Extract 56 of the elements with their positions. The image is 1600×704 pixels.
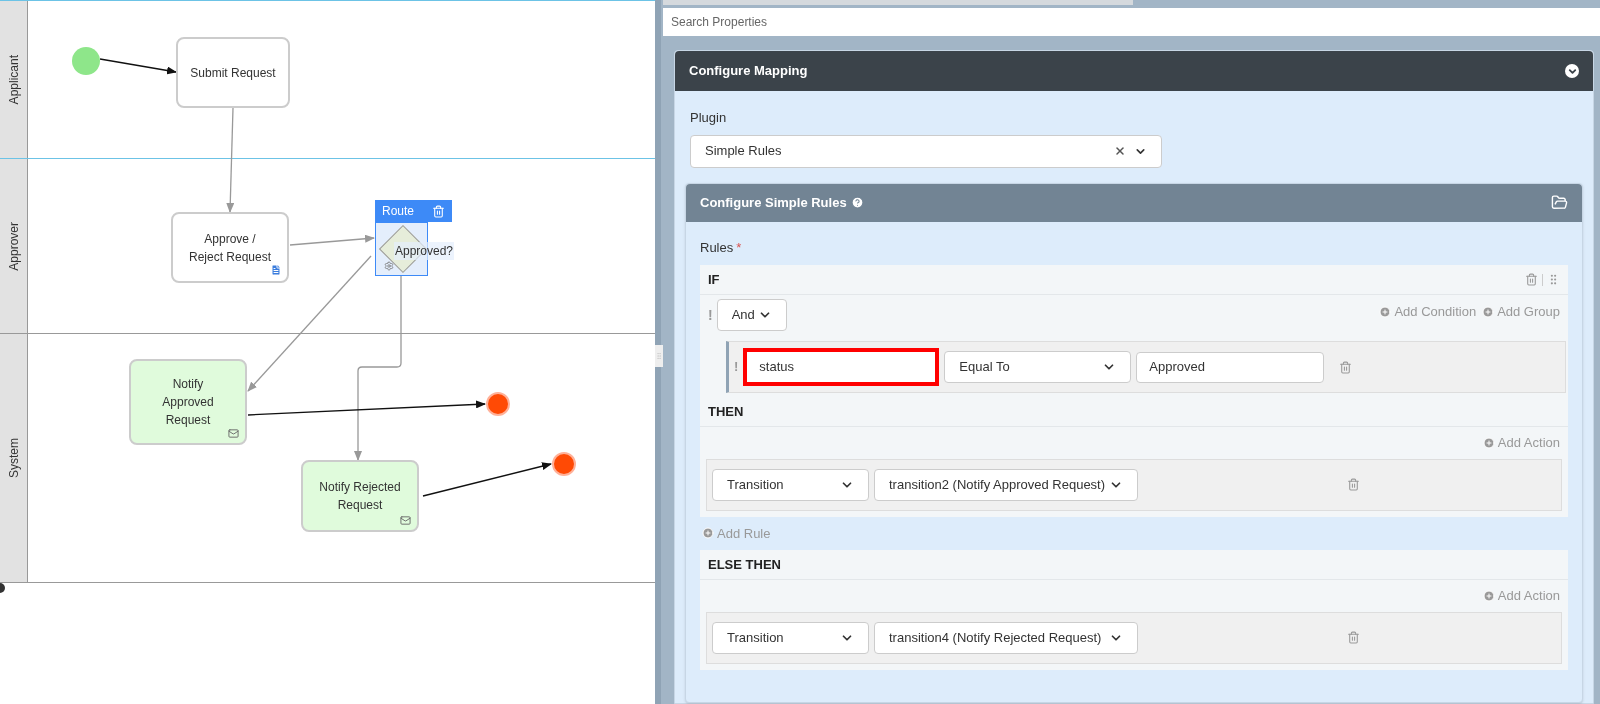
plus-icon bbox=[1482, 305, 1495, 318]
document-icon bbox=[270, 264, 282, 276]
task-label: Notify Approved Request bbox=[162, 376, 214, 429]
envelope-icon bbox=[400, 515, 411, 526]
action-type-dropdown[interactable]: Transition bbox=[712, 621, 869, 654]
panel-title: Configure Mapping bbox=[689, 62, 808, 81]
delete-icon[interactable] bbox=[1339, 360, 1353, 374]
envelope-icon bbox=[228, 428, 239, 439]
end-event[interactable] bbox=[552, 452, 576, 476]
operator-dropdown[interactable]: And bbox=[716, 299, 787, 331]
flow-arrow[interactable] bbox=[422, 462, 552, 497]
flow-arrow[interactable] bbox=[247, 400, 486, 416]
task-node[interactable]: Submit Request bbox=[176, 37, 290, 108]
clear-icon[interactable] bbox=[1114, 145, 1126, 157]
field-input[interactable]: status bbox=[743, 348, 940, 386]
task-node[interactable]: Notify Rejected Request bbox=[301, 460, 419, 532]
delete-icon[interactable] bbox=[1347, 631, 1360, 644]
toolbar-label: Route bbox=[382, 203, 415, 220]
value-input[interactable]: Approved bbox=[1136, 351, 1325, 383]
plus-icon bbox=[1482, 589, 1495, 602]
lane-label: System bbox=[5, 438, 22, 478]
action-target-dropdown[interactable]: transition4 (Notify Rejected Request) bbox=[874, 621, 1138, 654]
delete-icon[interactable] bbox=[432, 204, 445, 218]
plus-icon bbox=[1379, 305, 1392, 318]
folder-icon[interactable] bbox=[1551, 194, 1568, 211]
action-type-dropdown[interactable]: Transition bbox=[712, 468, 869, 501]
search-field[interactable]: Search Properties bbox=[663, 8, 1600, 36]
section-title: ELSE THEN bbox=[708, 555, 781, 574]
action-target-dropdown[interactable]: transition2 (Notify Approved Request) bbox=[874, 468, 1138, 501]
rules-label: Rules bbox=[700, 238, 734, 257]
delete-icon[interactable] bbox=[1525, 273, 1538, 286]
task-node[interactable]: Approve / Reject Request bbox=[171, 212, 289, 283]
lane-label: Applicant bbox=[5, 54, 22, 105]
plus-icon bbox=[1482, 436, 1495, 449]
splitter-handle-icon[interactable] bbox=[655, 345, 663, 367]
flow-arrow[interactable] bbox=[99, 58, 177, 75]
plugin-dropdown[interactable]: Simple Rules bbox=[690, 134, 1162, 168]
comparator-dropdown[interactable]: Equal To bbox=[944, 351, 1132, 383]
help-icon[interactable] bbox=[850, 196, 864, 209]
lane-label: Approver bbox=[5, 221, 22, 271]
task-node[interactable]: Notify Approved Request bbox=[129, 359, 247, 445]
gear-icon bbox=[384, 261, 394, 271]
panel-title: Configure Simple Rules bbox=[700, 193, 847, 212]
gateway-label: Approved? bbox=[394, 242, 455, 260]
start-event[interactable] bbox=[72, 47, 100, 75]
task-label: Submit Request bbox=[190, 64, 276, 82]
plugin-label: Plugin bbox=[690, 109, 728, 127]
collapse-icon[interactable] bbox=[1565, 64, 1579, 78]
plus-icon bbox=[702, 527, 714, 540]
task-label: Notify Rejected Request bbox=[319, 479, 401, 514]
task-label: Approve / Reject Request bbox=[188, 230, 271, 266]
section-title: THEN bbox=[708, 402, 744, 421]
end-event[interactable] bbox=[486, 392, 510, 416]
delete-icon[interactable] bbox=[1347, 478, 1360, 491]
section-title: IF bbox=[708, 270, 720, 289]
required-mark: * bbox=[736, 238, 742, 257]
